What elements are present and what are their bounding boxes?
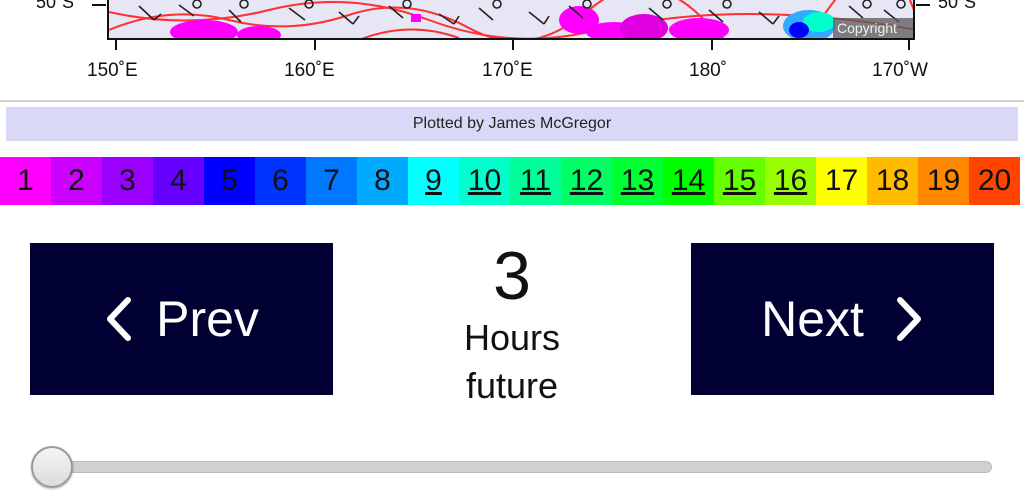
hours-value: 3 <box>493 238 531 314</box>
time-slider-track[interactable] <box>44 461 992 473</box>
longitude-label: 170˚E <box>482 60 533 81</box>
longitude-label: 160˚E <box>284 60 335 81</box>
hour-cell-label: 4 <box>170 164 187 197</box>
hour-cell-16[interactable]: 16 <box>765 157 816 205</box>
plotted-by-banner: Plotted by James McGregor <box>6 107 1018 141</box>
hour-cell-13[interactable]: 13 <box>612 157 663 205</box>
hour-cell-9[interactable]: 9 <box>408 157 459 205</box>
hour-cell-label: 1 <box>17 164 34 197</box>
hour-cell-7[interactable]: 7 <box>306 157 357 205</box>
hour-cell-10[interactable]: 10 <box>459 157 510 205</box>
longitude-label: 170˚W <box>872 60 928 81</box>
map-image: Copyright metvuw.com <box>107 0 915 40</box>
hour-cell-15[interactable]: 15 <box>714 157 765 205</box>
hour-cell-label: 14 <box>671 164 706 197</box>
hour-cell-label: 17 <box>824 164 859 197</box>
hour-cell-20[interactable]: 20 <box>969 157 1020 205</box>
hour-cell-label: 8 <box>374 164 391 197</box>
longitude-axis <box>0 40 1024 52</box>
latitude-label-left: 50˚S <box>36 0 75 12</box>
hour-cell-18[interactable]: 18 <box>867 157 918 205</box>
hour-cell-5[interactable]: 5 <box>204 157 255 205</box>
section-divider <box>0 100 1024 102</box>
latitude-tick-right <box>916 4 930 6</box>
latitude-tick-left <box>92 4 106 6</box>
hour-cell-label: 18 <box>875 164 910 197</box>
hour-cell-17[interactable]: 17 <box>816 157 867 205</box>
copyright-label: Copyright metvuw.com <box>833 18 913 38</box>
lon-tick <box>512 40 514 50</box>
time-slider-thumb[interactable] <box>31 446 73 488</box>
hour-cell-label: 13 <box>620 164 655 197</box>
hour-cell-label: 9 <box>425 164 442 197</box>
hour-cell-4[interactable]: 4 <box>153 157 204 205</box>
hour-cell-label: 10 <box>467 164 502 197</box>
hour-cell-6[interactable]: 6 <box>255 157 306 205</box>
prev-button[interactable]: Prev <box>30 243 333 395</box>
lon-tick <box>711 40 713 50</box>
hour-cell-label: 15 <box>722 164 757 197</box>
hour-cell-19[interactable]: 19 <box>918 157 969 205</box>
hour-cell-label: 5 <box>221 164 238 197</box>
lon-tick <box>115 40 117 50</box>
hour-cell-3[interactable]: 3 <box>102 157 153 205</box>
hour-cell-label: 12 <box>569 164 604 197</box>
next-button[interactable]: Next <box>691 243 994 395</box>
hour-cell-label: 2 <box>68 164 85 197</box>
hour-cell-label: 16 <box>773 164 808 197</box>
hours-indicator: 3 Hours future <box>412 238 612 410</box>
hour-cell-14[interactable]: 14 <box>663 157 714 205</box>
hour-cell-label: 20 <box>977 164 1012 197</box>
weather-map: 50˚S Copyright 50˚S 150˚E 160˚E 170˚E 18… <box>0 0 1024 100</box>
hour-selector-strip: 1 2 3 4 5 6 7 8 9 10 11 12 13 14 15 16 17 18 19 20 <box>0 157 1024 205</box>
hour-cell-12[interactable]: 12 <box>561 157 612 205</box>
hour-cell-label: 7 <box>323 164 340 197</box>
chevron-left-icon <box>104 296 134 342</box>
hour-cell-2[interactable]: 2 <box>51 157 102 205</box>
hour-cell-label: 11 <box>519 164 552 197</box>
next-button-label: Next <box>761 291 864 347</box>
hour-cell-11[interactable]: 11 <box>510 157 561 205</box>
lon-tick <box>908 40 910 50</box>
longitude-label: 150˚E <box>87 60 138 81</box>
chevron-right-icon <box>894 296 924 342</box>
prev-button-label: Prev <box>156 291 259 347</box>
longitude-label: 180˚ <box>689 60 728 81</box>
latitude-label-right: 50˚S <box>938 0 977 12</box>
hour-cell-1[interactable]: 1 <box>0 157 51 205</box>
lon-tick <box>314 40 316 50</box>
hour-cell-label: 6 <box>272 164 289 197</box>
hours-label-line2: future <box>465 365 559 406</box>
hours-label-line1: Hours <box>463 317 561 358</box>
hour-cell-8[interactable]: 8 <box>357 157 408 205</box>
hour-cell-label: 3 <box>119 164 136 197</box>
hour-cell-label: 19 <box>926 164 961 197</box>
